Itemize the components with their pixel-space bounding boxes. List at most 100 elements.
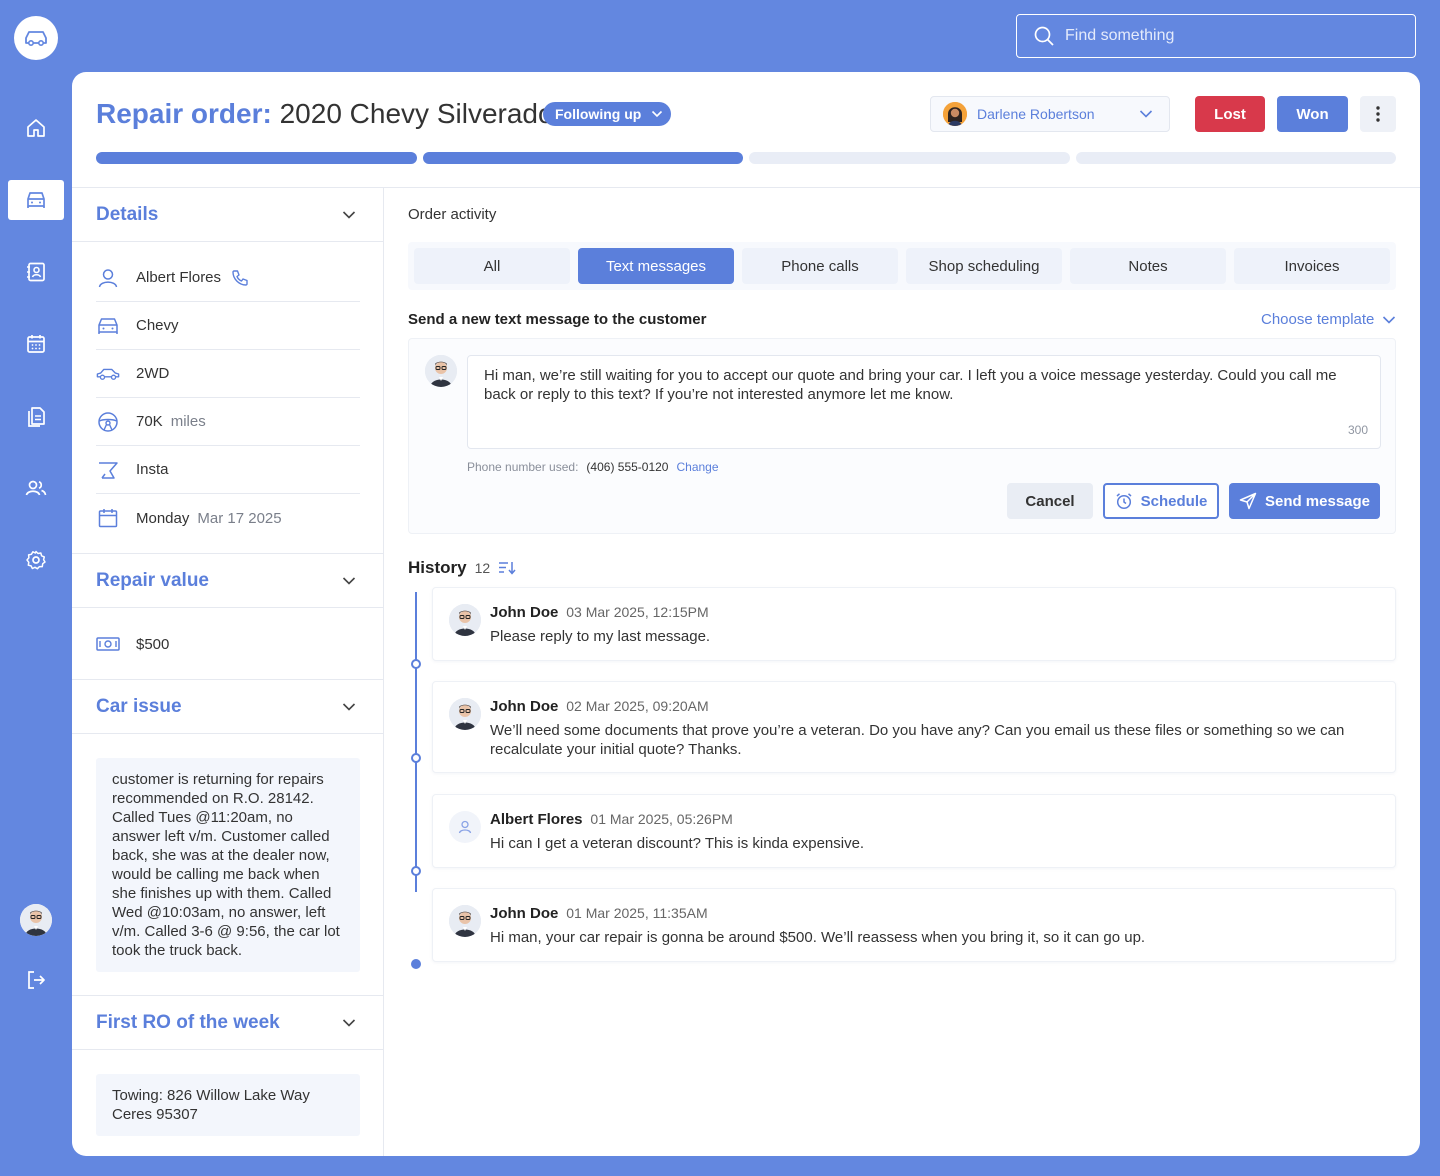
message-time: 02 Mar 2025, 09:20AM: [566, 698, 709, 714]
sender-avatar: [425, 355, 457, 387]
car-icon: [25, 31, 47, 47]
nav-team[interactable]: [8, 468, 64, 508]
phone-icon[interactable]: [231, 269, 249, 287]
progress-step: [1075, 152, 1396, 164]
details-panel: Details Albert Flores Chevy 2WD 70K mile…: [72, 188, 384, 1156]
user-icon: [458, 820, 472, 834]
compose-box: Hi man, we’re still waiting for you to a…: [408, 338, 1396, 534]
message-author: John Doe: [490, 905, 559, 922]
assignee-avatar: [943, 102, 967, 126]
calendar-icon: [98, 509, 118, 528]
drive-type: 2WD: [136, 365, 170, 382]
message-text: We’ll need some documents that prove you…: [490, 722, 1345, 758]
message-textarea[interactable]: Hi man, we’re still waiting for you to a…: [467, 355, 1381, 449]
message-time: 01 Mar 2025, 11:35AM: [566, 905, 708, 921]
vehicle-make: Chevy: [136, 317, 179, 334]
send-message-button[interactable]: Send message: [1229, 483, 1380, 519]
change-phone-link[interactable]: Change: [676, 460, 718, 474]
tab-text-messages[interactable]: Text messages: [578, 248, 734, 284]
status-dropdown[interactable]: Following up: [543, 102, 672, 126]
more-options-button[interactable]: [1360, 96, 1396, 132]
message-author: John Doe: [490, 604, 559, 621]
nav-home[interactable]: [8, 108, 64, 148]
repair-amount: $500: [136, 635, 170, 653]
tab-all[interactable]: All: [414, 248, 570, 284]
template-label: Choose template: [1261, 311, 1375, 328]
timeline-dot: [411, 659, 421, 669]
nav-settings[interactable]: [8, 540, 64, 580]
app-logo[interactable]: [14, 16, 58, 60]
status-label: Following up: [555, 106, 642, 122]
history-timeline: [415, 592, 417, 892]
car-issue-section-header[interactable]: Car issue: [72, 680, 384, 734]
contacts-icon: [27, 262, 45, 282]
car-issue-note: customer is returning for repairs recomm…: [96, 758, 360, 972]
message-meta: John Doe 03 Mar 2025, 12:15PM: [490, 604, 709, 621]
assignee-select[interactable]: Darlene Robertson: [930, 96, 1170, 132]
detail-customer: Albert Flores: [96, 254, 360, 302]
details-section-header[interactable]: Details: [72, 188, 384, 242]
logout-icon: [28, 971, 45, 989]
tab-shop-scheduling[interactable]: Shop scheduling: [906, 248, 1062, 284]
nav-documents[interactable]: [8, 396, 64, 436]
user-photo-icon: [20, 904, 52, 936]
mileage-value: 70K: [136, 413, 163, 430]
search-box[interactable]: [1016, 14, 1416, 58]
documents-icon: [28, 407, 45, 427]
logout-button[interactable]: [8, 960, 64, 1000]
title-vehicle: 2020 Chevy Silverado: [279, 98, 554, 129]
gear-icon: [26, 550, 46, 570]
character-counter: 300: [1347, 423, 1368, 437]
chevron-down-icon: [342, 211, 356, 219]
nav-calendar[interactable]: [8, 324, 64, 364]
car-icon: [98, 317, 118, 334]
progress-step: [749, 152, 1070, 164]
assignee-name: Darlene Robertson: [977, 106, 1095, 122]
tab-notes[interactable]: Notes: [1070, 248, 1226, 284]
message-meta: John Doe 01 Mar 2025, 11:35AM: [490, 905, 708, 922]
repair-value-section-header[interactable]: Repair value: [72, 554, 384, 608]
search-input[interactable]: [1065, 27, 1385, 45]
chevron-down-icon: [1383, 315, 1396, 324]
message-meta: John Doe 02 Mar 2025, 09:20AM: [490, 698, 709, 715]
history-message: John Doe 03 Mar 2025, 12:15PM Please repl…: [432, 587, 1396, 661]
home-icon: [27, 119, 45, 137]
sort-icon[interactable]: [498, 560, 516, 576]
section-title: Details: [96, 203, 159, 225]
chevron-down-icon: [342, 1019, 356, 1027]
user-photo-icon: [449, 604, 481, 636]
order-header: Repair order: 2020 Chevy Silverado Follo…: [72, 72, 1420, 188]
history-message: John Doe 01 Mar 2025, 11:35AM Hi man, you…: [432, 888, 1396, 962]
history-title: History: [408, 558, 467, 577]
timeline-dot: [411, 753, 421, 763]
tab-phone-calls[interactable]: Phone calls: [742, 248, 898, 284]
activity-tabs: All Text messages Phone calls Shop scheduli…: [408, 242, 1396, 290]
nav-repair-orders[interactable]: [8, 180, 64, 220]
user-photo-icon: [449, 905, 481, 937]
search-icon: [1034, 26, 1054, 46]
cancel-button[interactable]: Cancel: [1007, 483, 1093, 519]
repair-order-card: Repair order: 2020 Chevy Silverado Follo…: [72, 72, 1420, 1156]
history-header: History 12: [408, 558, 516, 578]
progress-step: [96, 152, 417, 164]
first-ro-section-header[interactable]: First RO of the week: [72, 996, 384, 1050]
schedule-label: Schedule: [1140, 492, 1208, 510]
message-text: Hi man, your car repair is gonna be arou…: [490, 929, 1146, 946]
customer-name: Albert Flores: [136, 269, 222, 286]
lost-button[interactable]: Lost: [1195, 96, 1265, 132]
message-avatar: [449, 811, 481, 843]
message-meta: Albert Flores 01 Mar 2025, 05:26PM: [490, 811, 733, 828]
schedule-button[interactable]: Schedule: [1103, 483, 1219, 519]
won-button[interactable]: Won: [1277, 96, 1348, 132]
choose-template-dropdown[interactable]: Choose template: [1261, 311, 1396, 328]
message-text: Hi can I get a veteran discount? This is…: [490, 835, 865, 852]
flag-icon: [99, 461, 118, 479]
message-time: 01 Mar 2025, 05:26PM: [590, 811, 733, 827]
nav-contacts[interactable]: [8, 252, 64, 292]
activity-panel: Order activity All Text messages Phone cal…: [384, 188, 1420, 1156]
user-avatar[interactable]: [20, 904, 52, 936]
page-title: Repair order: 2020 Chevy Silverado: [96, 98, 554, 130]
chevron-down-icon: [342, 577, 356, 585]
phone-label: Phone number used:: [467, 460, 579, 474]
tab-invoices[interactable]: Invoices: [1234, 248, 1390, 284]
